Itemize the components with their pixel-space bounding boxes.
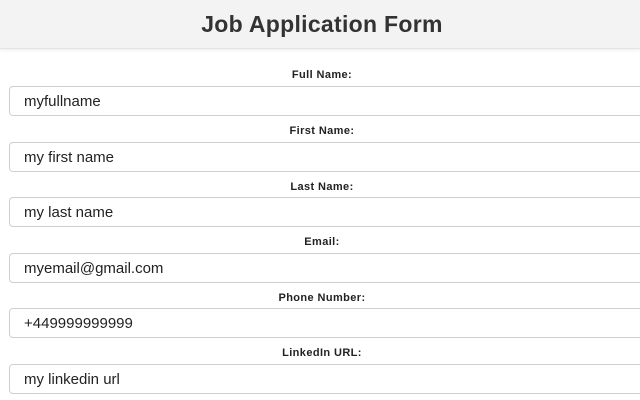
last-name-label: Last Name:	[290, 181, 354, 193]
email-input[interactable]	[9, 253, 640, 283]
last-name-input[interactable]	[9, 197, 640, 227]
linkedin-url-input[interactable]	[9, 364, 640, 394]
linkedin-url-label: LinkedIn URL:	[282, 347, 362, 359]
page-header: Job Application Form	[0, 0, 640, 49]
email-label: Email:	[304, 236, 340, 248]
phone-number-label: Phone Number:	[278, 292, 366, 304]
first-name-label: First Name:	[289, 125, 355, 137]
first-name-input[interactable]	[9, 142, 640, 172]
full-name-label: Full Name:	[291, 69, 353, 81]
full-name-input[interactable]	[9, 86, 640, 116]
phone-number-input[interactable]	[9, 308, 640, 338]
page-title: Job Application Form	[201, 11, 443, 37]
